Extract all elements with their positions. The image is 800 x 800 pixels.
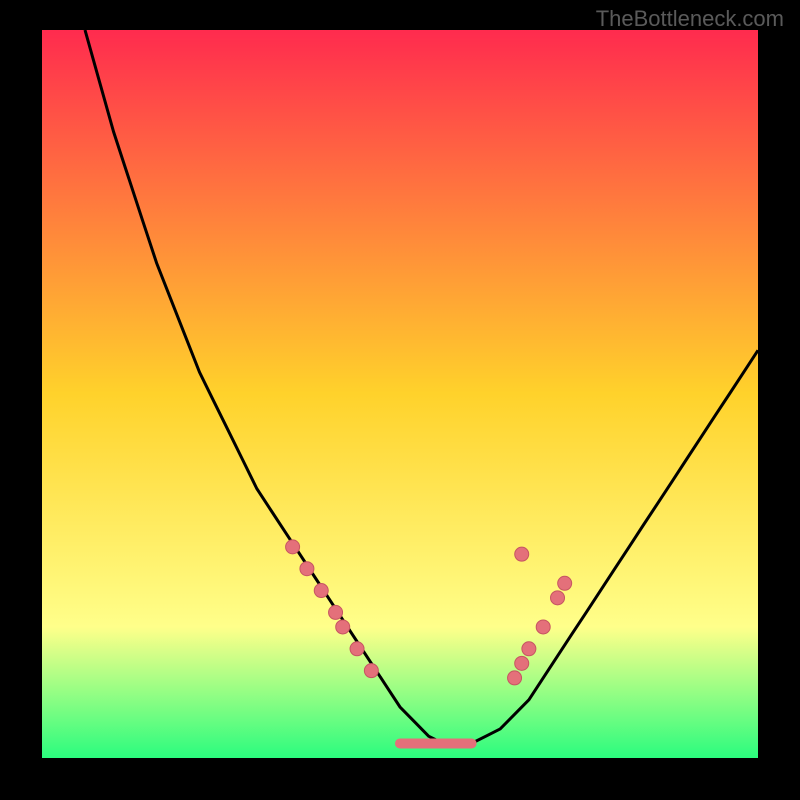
data-marker <box>536 620 550 634</box>
data-marker <box>350 642 364 656</box>
data-marker <box>522 642 536 656</box>
chart-container: TheBottleneck.com <box>0 0 800 800</box>
data-marker <box>551 591 565 605</box>
data-marker <box>336 620 350 634</box>
data-marker <box>515 656 529 670</box>
data-marker <box>508 671 522 685</box>
gradient-bg <box>42 30 758 758</box>
data-marker <box>558 576 572 590</box>
data-marker <box>300 562 314 576</box>
data-marker <box>314 584 328 598</box>
data-marker <box>329 605 343 619</box>
data-marker <box>364 664 378 678</box>
data-marker <box>286 540 300 554</box>
plot-area <box>42 30 758 758</box>
watermark-text: TheBottleneck.com <box>596 6 784 32</box>
data-marker <box>515 547 529 561</box>
chart-svg <box>42 30 758 758</box>
